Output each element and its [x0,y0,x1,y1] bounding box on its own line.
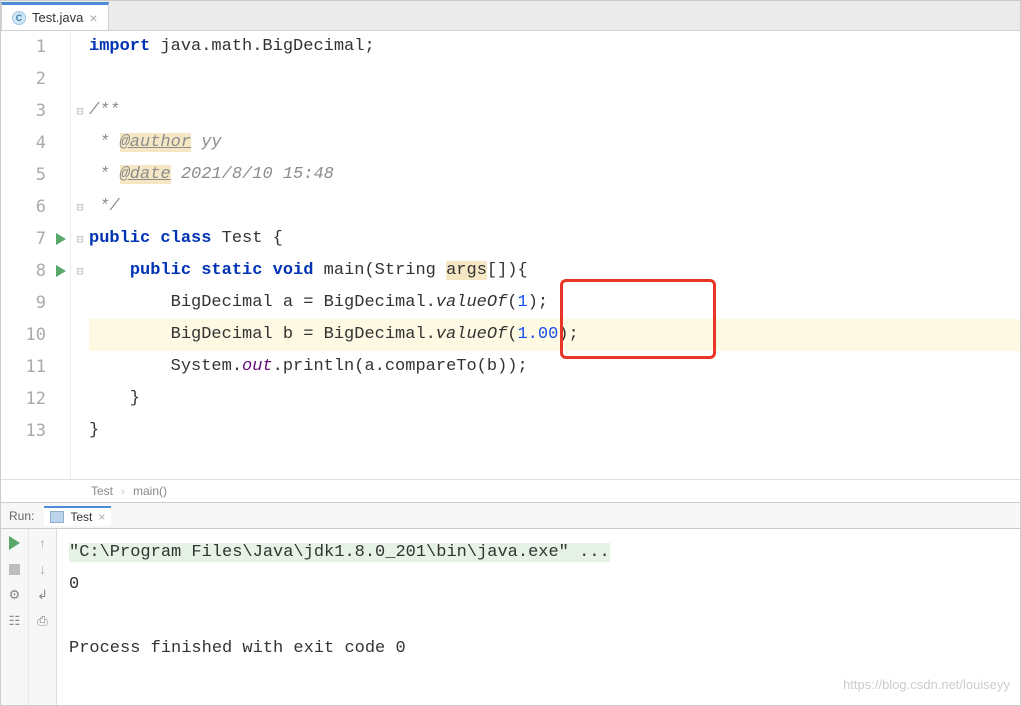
layout-icon[interactable] [7,613,23,629]
gutter-line[interactable]: 8 [1,255,46,287]
gutter: 1 2 3 4 5 6 7 8 9 10 11 12 13 [1,31,71,479]
run-panel-label: Run: [9,509,34,523]
console-output[interactable]: "C:\Program Files\Java\jdk1.8.0_201\bin\… [57,529,1020,705]
gutter-line: 2 [1,63,46,95]
run-toolbar-secondary [29,529,57,705]
stop-button[interactable] [7,561,23,577]
code-column[interactable]: import java.math.BigDecimal; /** * @auth… [89,31,1020,479]
exit-message: Process finished with exit code 0 [69,633,1008,665]
run-toolbar-primary [1,529,29,705]
run-gutter-icon[interactable] [56,265,66,277]
run-panel: Run: Test × "C:\Program Files\Java\jdk1.… [1,503,1020,705]
gutter-line: 13 [1,415,46,447]
gutter-line[interactable]: 7 [1,223,46,255]
watermark: https://blog.csdn.net/louiseyy [843,669,1010,701]
fold-icon[interactable]: ⊟ [71,95,89,127]
java-class-icon [12,11,26,25]
rerun-button[interactable] [7,535,23,551]
program-output: 0 [69,569,1008,601]
close-icon[interactable]: × [98,510,105,524]
close-icon[interactable]: × [89,10,97,26]
breadcrumb-item[interactable]: Test [91,484,113,498]
tab-filename: Test.java [32,10,83,25]
dump-threads-icon[interactable] [7,587,23,603]
fold-column: ⊟ ⊟ ⊟ ⊟ [71,31,89,479]
fold-icon[interactable]: ⊟ [71,255,89,287]
arrow-up-icon[interactable] [35,535,51,551]
run-panel-header: Run: Test × [1,503,1020,529]
fold-icon[interactable]: ⊟ [71,191,89,223]
gutter-line: 1 [1,31,46,63]
command-line: "C:\Program Files\Java\jdk1.8.0_201\bin\… [69,543,610,562]
application-icon [50,511,64,523]
run-config-name: Test [70,510,92,524]
scroll-to-end-icon[interactable] [35,613,51,629]
run-gutter-icon[interactable] [56,233,66,245]
gutter-line: 6 [1,191,46,223]
editor-tab-test-java[interactable]: Test.java × [1,2,109,30]
breadcrumb[interactable]: Test › main() [1,479,1020,503]
editor-area[interactable]: 1 2 3 4 5 6 7 8 9 10 11 12 13 ⊟ ⊟ ⊟ ⊟ im… [1,31,1020,479]
gutter-line: 4 [1,127,46,159]
soft-wrap-icon[interactable] [35,587,51,603]
gutter-line [1,447,46,479]
gutter-line: 10 [1,319,46,351]
gutter-line: 12 [1,383,46,415]
chevron-right-icon: › [121,484,125,498]
gutter-line: 5 [1,159,46,191]
fold-icon[interactable]: ⊟ [71,223,89,255]
run-config-tab[interactable]: Test × [44,506,111,526]
gutter-line: 3 [1,95,46,127]
gutter-line: 11 [1,351,46,383]
gutter-line: 9 [1,287,46,319]
breadcrumb-item[interactable]: main() [133,484,167,498]
editor-tab-bar: Test.java × [1,1,1020,31]
arrow-down-icon[interactable] [35,561,51,577]
